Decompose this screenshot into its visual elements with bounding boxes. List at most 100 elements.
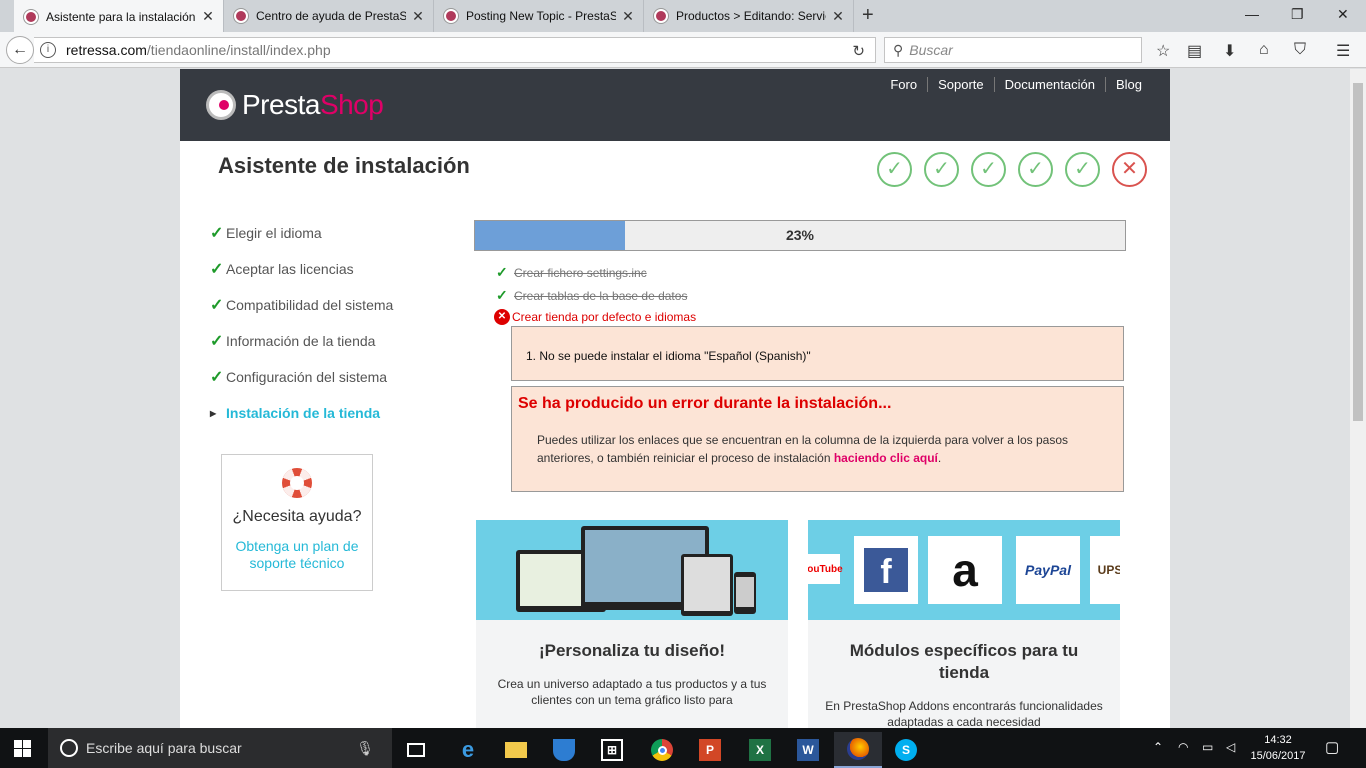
taskbar-search-input[interactable]: Escribe aquí para buscar 🎙: [48, 728, 392, 768]
page-viewport: PrestaShop Foro Soporte Documentación Bl…: [0, 69, 1350, 728]
system-clock[interactable]: 14:32 15/06/2017: [1250, 732, 1306, 764]
devices-image: [476, 520, 788, 620]
chrome-icon[interactable]: [638, 732, 686, 768]
close-tab-icon[interactable]: ✕: [411, 8, 425, 24]
tab-label: Asistente para la instalación: [46, 9, 196, 24]
search-input[interactable]: ⚲ Buscar: [884, 37, 1142, 63]
bookmark-star-icon[interactable]: ☆: [1156, 41, 1170, 61]
step-compatibilidad[interactable]: ✓ Compatibilidad del sistema: [210, 287, 393, 323]
step-label: Información de la tienda: [226, 333, 376, 349]
clock-date: 15/06/2017: [1250, 750, 1306, 762]
windows-start-icon[interactable]: [14, 740, 31, 757]
defender-icon[interactable]: [540, 732, 588, 768]
prestashop-favicon-icon: [234, 9, 248, 23]
error-list: 1. No se puede instalar el idioma "Españ…: [511, 326, 1124, 381]
nav-foro[interactable]: Foro: [880, 77, 929, 92]
step-configuracion[interactable]: ✓ Configuración del sistema: [210, 359, 393, 395]
step-informacion-tienda[interactable]: ✓ Información de la tienda: [210, 323, 393, 359]
step-instalacion-tienda: ▶ Instalación de la tienda: [210, 395, 393, 431]
top-nav: Foro Soporte Documentación Blog: [880, 77, 1142, 92]
minimize-icon[interactable]: —: [1245, 6, 1259, 22]
error-title: Se ha producido un error durante la inst…: [518, 395, 892, 412]
volume-icon[interactable]: ◁: [1226, 740, 1235, 754]
task-item: ✓ Crear fichero settings.inc: [496, 264, 647, 281]
microphone-icon[interactable]: 🎙: [356, 740, 374, 757]
task-item: ✕ Crear tienda por defecto e idiomas: [494, 309, 696, 325]
tab-products-edit[interactable]: Productos > Editando: Servicio ✕: [644, 0, 854, 32]
error-item: 1. No se puede instalar el idioma "Españ…: [526, 349, 811, 363]
ups-logo: UPS: [1090, 536, 1120, 604]
url-path: /tiendaonline/install/index.php: [146, 42, 331, 58]
skype-icon[interactable]: S: [882, 732, 930, 768]
tab-posting-topic[interactable]: Posting New Topic - PrestaShop ✕: [434, 0, 644, 32]
nav-soporte[interactable]: Soporte: [928, 77, 995, 92]
firefox-icon[interactable]: [834, 732, 882, 768]
logo-shop: Shop: [319, 89, 384, 120]
facebook-logo: f: [854, 536, 918, 604]
new-tab-button[interactable]: +: [862, 4, 874, 27]
prestashop-favicon-icon: [654, 9, 668, 23]
task-view-icon[interactable]: [392, 732, 440, 768]
battery-icon[interactable]: ▭: [1202, 740, 1213, 754]
step-done-icon: ✓: [924, 152, 959, 187]
check-icon: ✓: [210, 225, 224, 242]
tab-install-assistant[interactable]: Asistente para la instalación ✕: [14, 0, 224, 33]
chevron-up-icon[interactable]: ⌃: [1153, 740, 1163, 754]
task-label: Crear tienda por defecto e idiomas: [512, 310, 697, 324]
error-icon: ✕: [494, 309, 510, 325]
nav-documentacion[interactable]: Documentación: [995, 77, 1106, 92]
search-icon: ⚲: [893, 41, 904, 58]
close-tab-icon[interactable]: ✕: [831, 8, 845, 24]
tab-label: Centro de ayuda de PrestaShop: [256, 9, 406, 23]
brands-image: YouTube f a PayPal UPS: [808, 520, 1120, 620]
phone-icon: [734, 572, 756, 614]
promo-modules-card[interactable]: YouTube f a PayPal UPS Módulos específic…: [808, 520, 1120, 728]
wifi-icon[interactable]: ◠: [1178, 740, 1188, 754]
page-title: Asistente de instalación: [218, 153, 470, 178]
menu-icon[interactable]: ☰: [1336, 41, 1350, 61]
reading-list-icon[interactable]: ▤: [1187, 41, 1202, 61]
tablet-icon: [681, 554, 733, 616]
notifications-icon[interactable]: ▢: [1325, 738, 1339, 756]
prestashop-logo: PrestaShop: [206, 89, 384, 121]
prestashop-favicon-icon: [24, 9, 38, 24]
file-explorer-icon[interactable]: [492, 732, 540, 768]
home-icon[interactable]: ⌂: [1259, 41, 1269, 59]
promo-theme-card[interactable]: ¡Personaliza tu diseño! Crea un universo…: [476, 520, 788, 728]
tab-help-center[interactable]: Centro de ayuda de PrestaShop ✕: [224, 0, 434, 32]
prestashop-logo-icon: [206, 90, 236, 120]
restart-install-link[interactable]: haciendo clic aquí: [834, 451, 938, 465]
reload-icon[interactable]: ↻: [852, 42, 865, 60]
step-error-icon: ✕: [1112, 152, 1147, 187]
step-elegir-idioma[interactable]: ✓ Elegir el idioma: [210, 215, 393, 251]
support-plan-link[interactable]: Obtenga un plan de soporte técnico: [222, 538, 372, 572]
close-tab-icon[interactable]: ✕: [621, 8, 635, 24]
edge-icon[interactable]: e: [444, 732, 492, 768]
progress-label: 23%: [785, 227, 815, 243]
close-window-icon[interactable]: ✕: [1337, 6, 1349, 23]
close-tab-icon[interactable]: ✕: [201, 8, 215, 24]
step-label: Configuración del sistema: [226, 369, 388, 385]
logo-presta: Presta: [242, 89, 320, 120]
prestashop-favicon-icon: [444, 9, 458, 23]
store-icon[interactable]: ⊞: [588, 732, 636, 768]
back-button[interactable]: ←: [6, 36, 34, 64]
youtube-logo: YouTube: [808, 554, 843, 584]
scrollbar-thumb[interactable]: [1353, 83, 1363, 421]
info-icon[interactable]: i: [40, 42, 56, 58]
restore-icon[interactable]: ❐: [1291, 6, 1304, 23]
amazon-logo: a: [928, 536, 1002, 604]
page-scrollbar[interactable]: [1350, 69, 1366, 728]
task-item: ✓ Crear tablas de la base de datos: [496, 287, 687, 304]
nav-blog[interactable]: Blog: [1106, 77, 1142, 92]
address-bar[interactable]: i retressa.com/tiendaonline/install/inde…: [34, 37, 876, 63]
tab-label: Posting New Topic - PrestaShop: [466, 9, 616, 23]
promo-title: Módulos específicos para tu tienda: [849, 641, 1079, 682]
download-icon[interactable]: ⬇: [1223, 41, 1236, 61]
excel-icon[interactable]: X: [736, 732, 784, 768]
word-icon[interactable]: W: [784, 732, 832, 768]
pocket-icon[interactable]: ⛉: [1294, 41, 1306, 59]
powerpoint-icon[interactable]: P: [686, 732, 734, 768]
url-domain: retressa.com: [66, 42, 147, 58]
step-aceptar-licencias[interactable]: ✓ Aceptar las licencias: [210, 251, 393, 287]
